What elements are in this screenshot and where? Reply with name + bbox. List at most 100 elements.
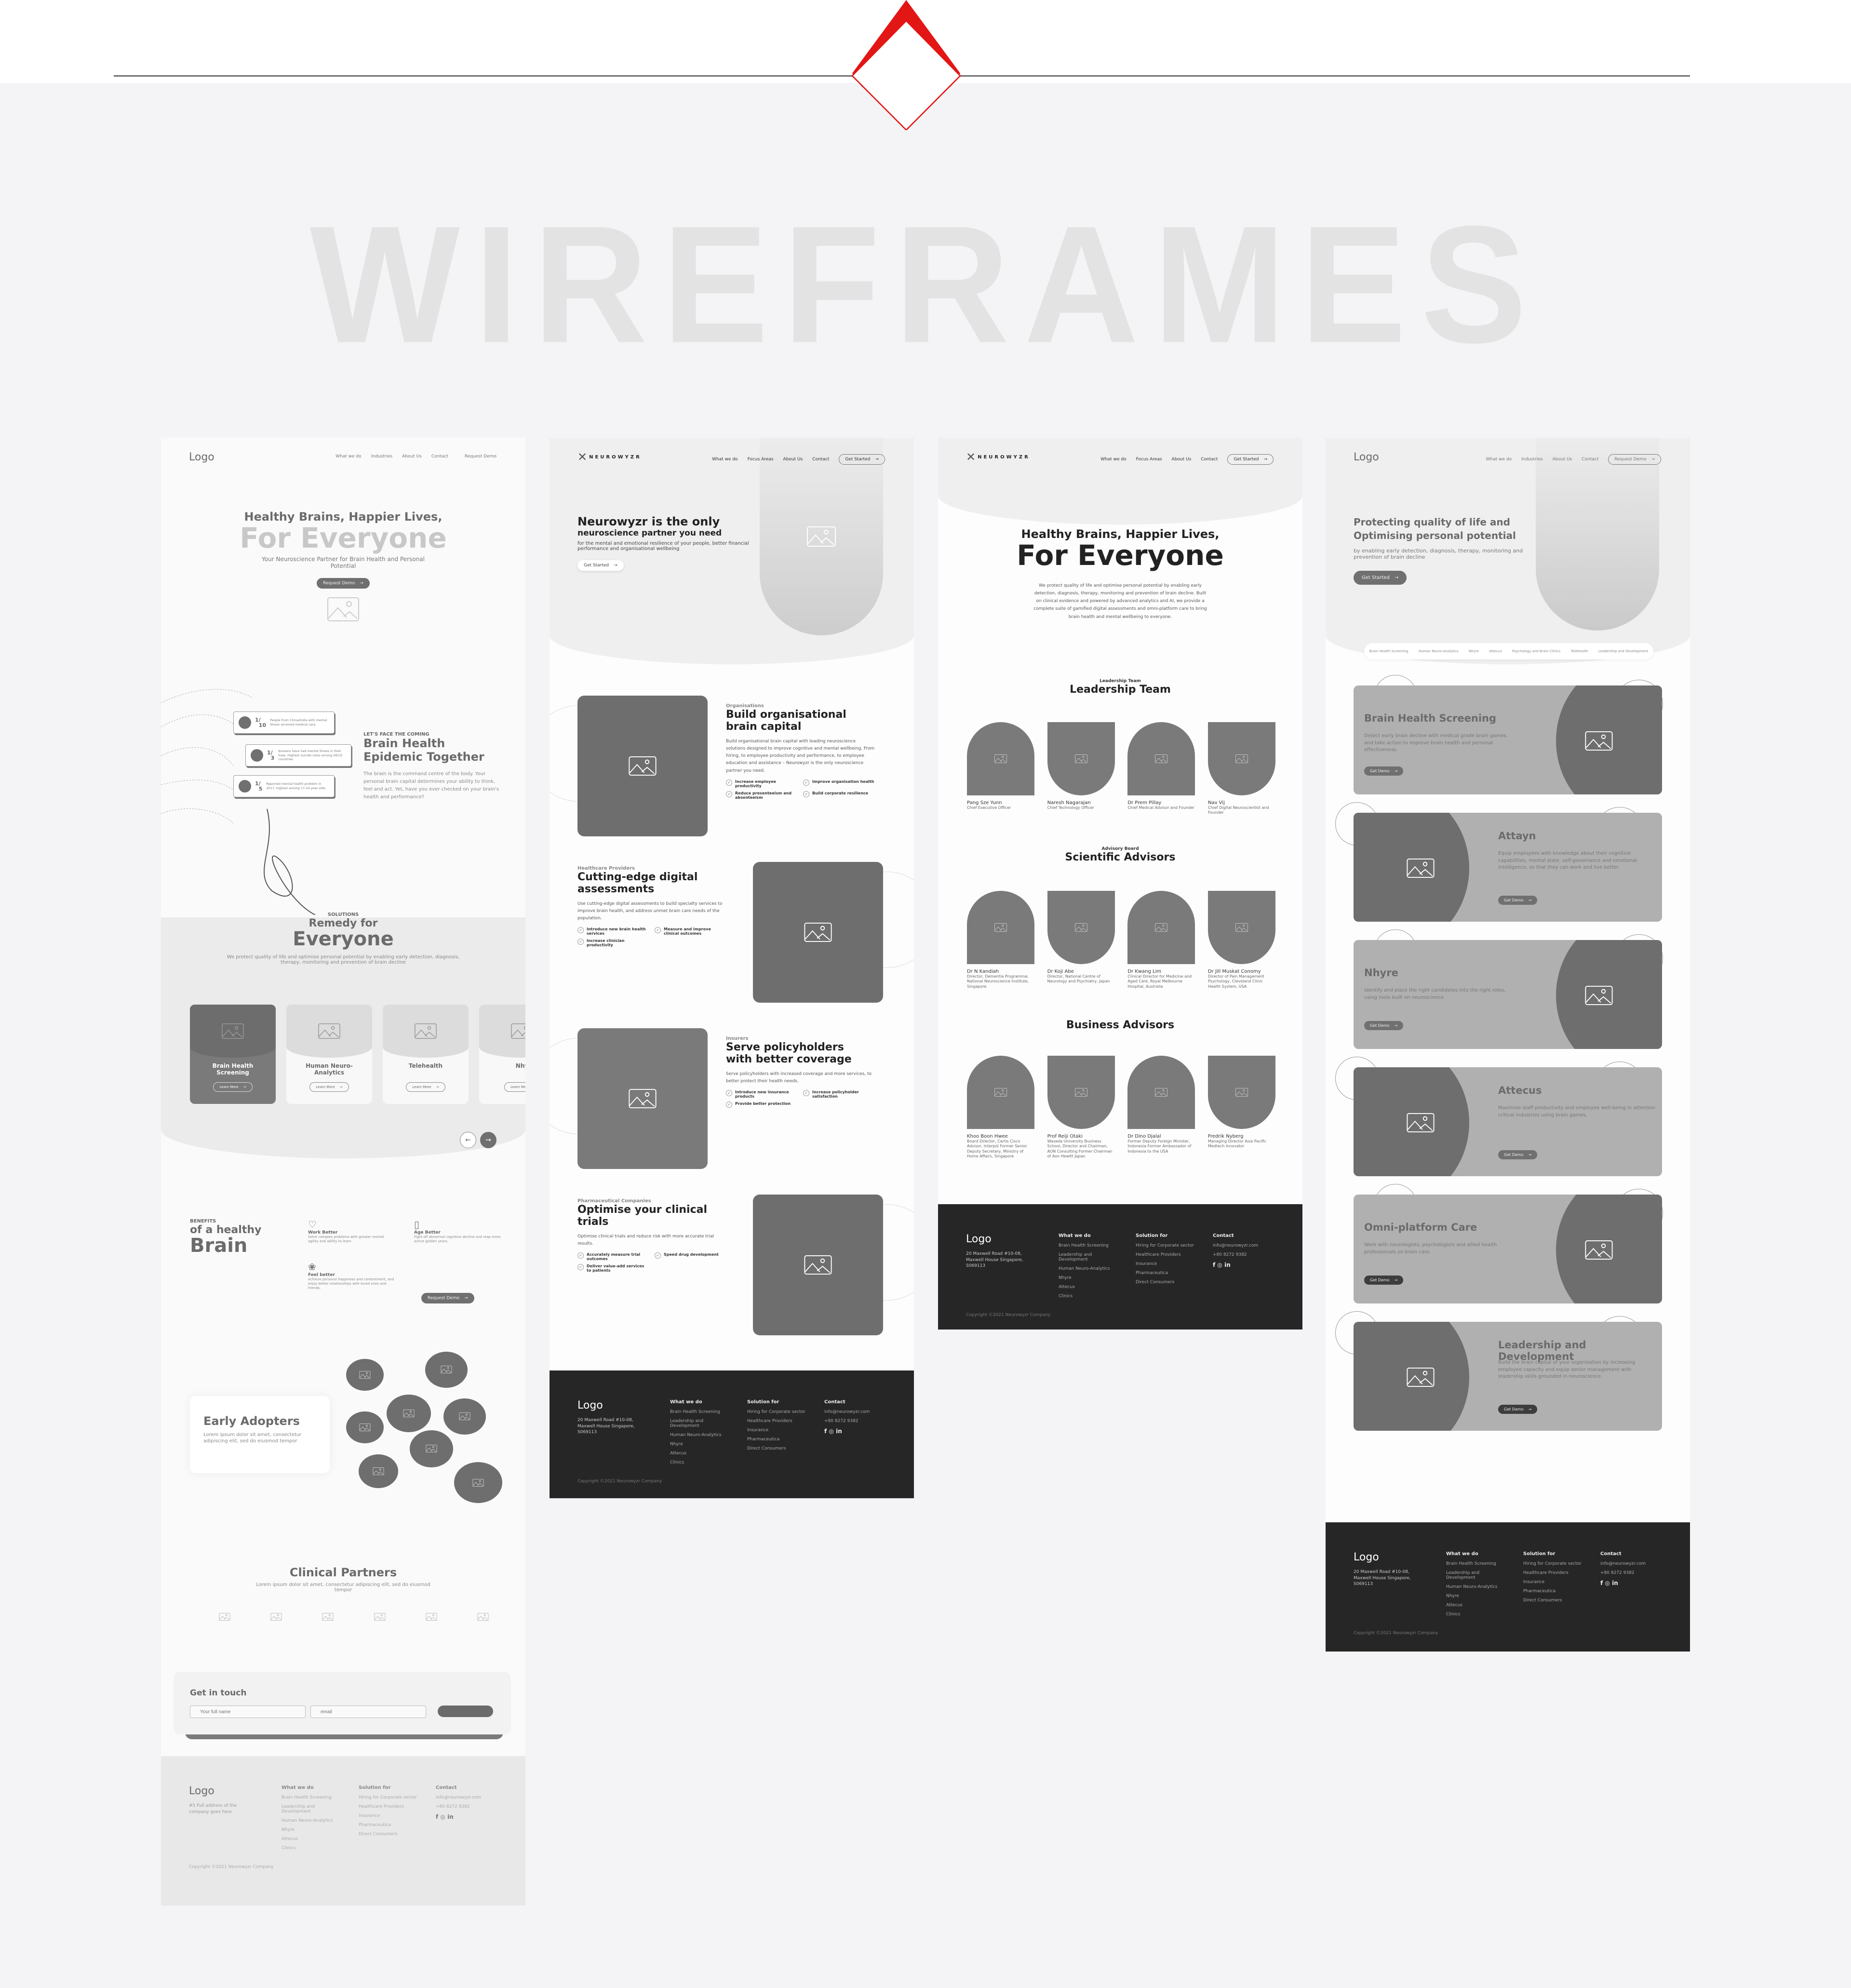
learn-more-button[interactable]: Learn Mo→ — [504, 1082, 525, 1092]
team-member[interactable]: Pang Sze Yunn Chief Executive Officer — [967, 722, 1034, 816]
footer-link[interactable]: Leadership and Development — [670, 1419, 733, 1428]
get-started-nav-button[interactable]: Get Started → — [1227, 454, 1274, 465]
footer-link[interactable]: Clinics — [1059, 1294, 1121, 1299]
nav-link[interactable]: Contact — [1201, 457, 1218, 462]
submit-button[interactable] — [438, 1706, 493, 1717]
team-member[interactable]: Dr Prem Pillay Chief Medical Advisor and… — [1127, 722, 1195, 816]
footer-link[interactable]: +80 8272 9382 — [436, 1804, 484, 1809]
learn-more-button[interactable]: Learn More → — [406, 1082, 445, 1092]
team-member[interactable]: Dr Koji Abe Director, National Centre of… — [1047, 891, 1115, 989]
linkedin-icon[interactable]: in — [836, 1428, 842, 1435]
footer-link[interactable]: Nhyre — [282, 1827, 344, 1832]
footer-link[interactable]: Hiring for Corporate sector — [359, 1795, 421, 1800]
get-started-button[interactable]: Get Started → — [1354, 571, 1407, 585]
nav-link[interactable]: What we do — [1100, 457, 1127, 462]
linkedin-icon[interactable]: in — [1224, 1262, 1231, 1268]
footer-link[interactable]: Direct Consumers — [1523, 1598, 1586, 1603]
footer-link[interactable]: Nhyre — [1059, 1276, 1121, 1280]
team-member[interactable]: Khoo Boon Hwee Board Director, Certis Ci… — [967, 1056, 1034, 1159]
footer-link[interactable]: Pharmaceutica — [359, 1823, 421, 1827]
footer-link[interactable]: Brain Health Screening — [670, 1410, 733, 1414]
footer-link[interactable]: Healthcare Providers — [1523, 1571, 1586, 1575]
service-tab[interactable]: Leadership and Development — [1598, 649, 1648, 653]
nav-link[interactable]: About Us — [402, 454, 422, 459]
learn-more-button[interactable]: Learn More → — [309, 1082, 349, 1092]
team-member[interactable]: Naresh Nagarajan Chief Technology Office… — [1047, 722, 1115, 816]
logo[interactable]: Logo — [1354, 451, 1379, 463]
email-input[interactable] — [310, 1706, 426, 1718]
nav-link[interactable]: About Us — [783, 457, 803, 462]
get-demo-button[interactable]: Get Demo → — [1364, 1276, 1404, 1285]
instagram-icon[interactable]: ◎ — [440, 1813, 445, 1820]
team-member[interactable]: Dr Dino Djalal Former Deputy Foreign Min… — [1127, 1056, 1195, 1159]
nav-link[interactable]: About Us — [1172, 457, 1192, 462]
nav-link[interactable]: Request Demo — [465, 454, 496, 459]
solution-card[interactable]: Telehealth Learn More → — [383, 1005, 469, 1104]
request-demo-nav-button[interactable]: Request Demo → — [1608, 454, 1661, 465]
footer-link[interactable]: Healthcare Providers — [747, 1419, 810, 1424]
footer-link[interactable]: Nhyre — [1446, 1594, 1509, 1598]
team-member[interactable]: Prof Reiji Otaki Waseda University Busin… — [1047, 1056, 1115, 1159]
footer-link[interactable]: Brain Health Screening — [1446, 1561, 1509, 1566]
footer-link[interactable]: Attecus — [670, 1451, 733, 1456]
footer-link[interactable]: Insurance — [359, 1813, 421, 1818]
nav-link[interactable]: What we do — [712, 457, 738, 462]
service-tab[interactable]: Brain Health Screening — [1369, 649, 1408, 653]
footer-link[interactable]: Clinics — [1446, 1612, 1509, 1617]
footer-link[interactable]: Nhyre — [670, 1442, 733, 1447]
nav-link[interactable]: Industries — [1521, 457, 1542, 462]
footer-link[interactable]: Healthcare Providers — [359, 1804, 421, 1809]
footer-link[interactable]: info@neurowyzr.com — [436, 1795, 484, 1800]
facebook-icon[interactable]: f — [436, 1813, 438, 1820]
footer-link[interactable]: Attecus — [1059, 1285, 1121, 1290]
instagram-icon[interactable]: ◎ — [1217, 1262, 1222, 1268]
brand-logo[interactable]: ✕ NEUROWYZR — [577, 450, 642, 464]
nav-link[interactable]: What we do — [335, 454, 362, 459]
carousel-prev-button[interactable]: ← — [460, 1132, 476, 1148]
service-tab[interactable]: Human Neuro-Analytics — [1419, 649, 1459, 653]
team-member[interactable]: Nav Vij Chief Digital Neuroscientist and… — [1207, 722, 1275, 816]
footer-link[interactable]: Human Neuro-Analytics — [1446, 1585, 1509, 1589]
get-started-button[interactable]: Get Started → — [577, 560, 624, 571]
get-demo-button[interactable]: Get Demo → — [1498, 896, 1538, 905]
get-demo-button[interactable]: Get Demo → — [1364, 766, 1404, 776]
service-tab[interactable]: Telehealth — [1571, 649, 1588, 653]
footer-link[interactable]: Direct Consumers — [1136, 1280, 1198, 1285]
footer-link[interactable]: Hiring for Corporate sector — [1523, 1561, 1586, 1566]
logo[interactable]: Logo — [189, 451, 215, 463]
footer-link[interactable]: info@neurowyzr.com — [1213, 1243, 1261, 1248]
instagram-icon[interactable]: ◎ — [1605, 1580, 1610, 1586]
get-demo-button[interactable]: Get Demo → — [1364, 1021, 1404, 1030]
get-demo-button[interactable]: Get Demo → — [1498, 1150, 1538, 1159]
solution-card[interactable]: Human Neuro-Analytics Learn More → — [286, 1005, 372, 1104]
benefits-request-demo-button[interactable]: Request Demo → — [421, 1293, 474, 1303]
service-tab[interactable]: Nhyre — [1469, 649, 1479, 653]
footer-link[interactable]: Attecus — [1446, 1603, 1509, 1608]
facebook-icon[interactable]: f — [1600, 1580, 1603, 1586]
instagram-icon[interactable]: ◎ — [829, 1428, 833, 1435]
footer-link[interactable]: Brain Health Screening — [282, 1795, 344, 1800]
footer-link[interactable]: Hiring for Corporate sector — [747, 1410, 810, 1414]
solution-card[interactable]: Nhy Learn Mo→ — [479, 1005, 525, 1104]
footer-link[interactable]: Direct Consumers — [359, 1832, 421, 1837]
footer-link[interactable]: Pharmaceutica — [747, 1437, 810, 1442]
facebook-icon[interactable]: f — [1213, 1262, 1215, 1268]
footer-link[interactable]: +80 8272 9382 — [824, 1419, 872, 1424]
solution-card[interactable]: Brain Health Screening Learn More → — [190, 1005, 276, 1104]
nav-link[interactable]: What we do — [1486, 457, 1512, 462]
footer-link[interactable]: Human Neuro-Analytics — [282, 1818, 344, 1823]
team-member[interactable]: Dr Kwang Lim Clinical Director for Medic… — [1127, 891, 1195, 989]
nav-link[interactable]: Focus Areas — [1136, 457, 1162, 462]
footer-link[interactable]: Direct Consumers — [747, 1446, 810, 1451]
nav-link[interactable]: Contact — [1582, 457, 1598, 462]
footer-link[interactable]: Insurance — [1523, 1580, 1586, 1585]
service-tab[interactable]: Attecus — [1489, 649, 1502, 653]
footer-link[interactable]: info@neurowyzr.com — [824, 1410, 872, 1414]
nav-link[interactable]: Contact — [812, 457, 829, 462]
get-started-nav-button[interactable]: Get Started → — [839, 454, 885, 465]
service-tab[interactable]: Psychology and Brain Clinics — [1512, 649, 1560, 653]
footer-link[interactable]: Clinics — [670, 1460, 733, 1465]
full-name-input[interactable] — [190, 1706, 306, 1718]
nav-link[interactable]: Contact — [431, 454, 448, 459]
footer-link[interactable]: Pharmaceutica — [1136, 1271, 1198, 1276]
